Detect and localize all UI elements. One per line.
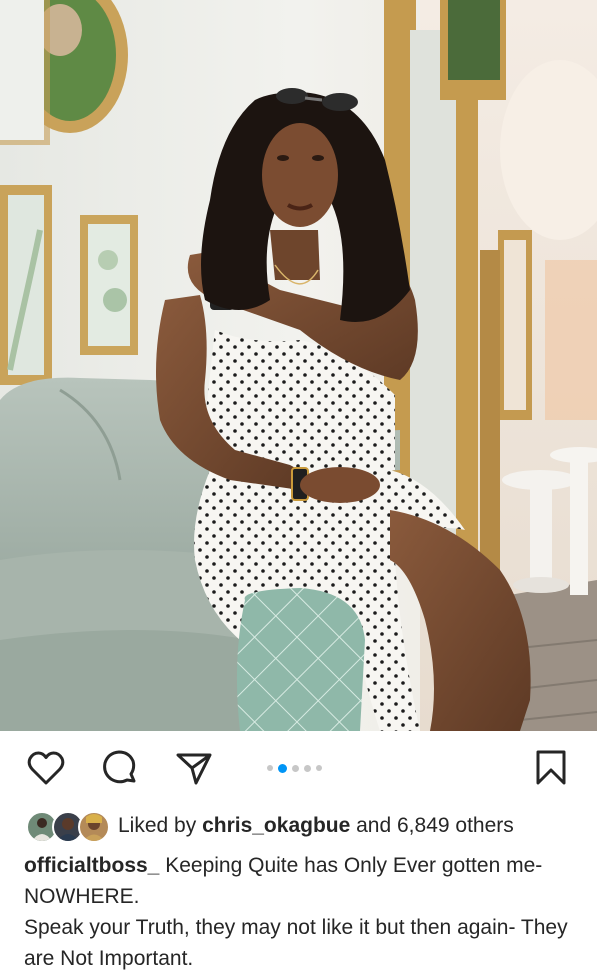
likes-row: Liked by chris_okagbue and 6,849 others (26, 810, 514, 843)
post-action-bar (0, 740, 597, 796)
carousel-dot (292, 764, 299, 772)
post-image[interactable] (0, 0, 597, 731)
bookmark-icon (536, 750, 566, 785)
carousel-dot (316, 765, 322, 771)
instagram-post: Liked by chris_okagbue and 6,849 others … (0, 0, 597, 978)
share-button[interactable] (174, 748, 214, 788)
liker-avatars[interactable] (26, 810, 110, 843)
carousel-dot (304, 764, 311, 772)
liker-username-link[interactable]: chris_okagbue (202, 814, 350, 837)
heart-icon (27, 751, 65, 785)
caption-username-link[interactable]: officialtboss_ (24, 854, 159, 877)
post-caption: officialtboss_ Keeping Quite has Only Ev… (24, 850, 584, 974)
likes-suffix[interactable]: and 6,849 others (350, 814, 514, 837)
carousel-dot (267, 765, 273, 771)
carousel-dot-active (278, 763, 287, 773)
carousel-indicator (267, 763, 322, 773)
paper-plane-icon (176, 753, 212, 785)
comment-bubble-icon (103, 750, 136, 784)
likes-prefix: Liked by (118, 814, 203, 837)
like-button[interactable] (26, 748, 66, 788)
avatar (78, 811, 110, 843)
save-button[interactable] (531, 748, 571, 788)
likes-summary: Liked by chris_okagbue and 6,849 others (118, 814, 514, 838)
caption-line-2: Speak your Truth, they may not like it b… (24, 916, 568, 970)
comment-button[interactable] (100, 748, 140, 788)
